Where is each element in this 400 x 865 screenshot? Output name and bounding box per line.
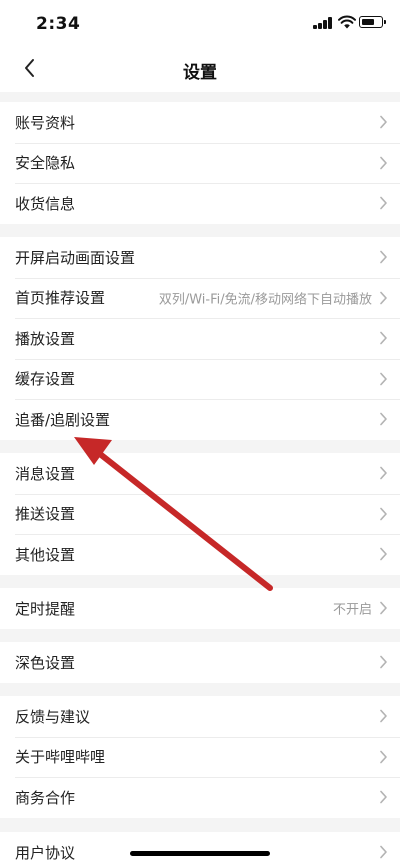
settings-row-messages[interactable]: 消息设置 — [0, 453, 400, 494]
settings-group-account: 账号资料 安全隐私 收货信息 — [0, 102, 400, 224]
chevron-right-icon — [380, 601, 387, 615]
chevron-right-icon — [380, 331, 387, 345]
settings-row-playback[interactable]: 播放设置 — [0, 318, 400, 359]
row-label: 安全隐私 — [15, 154, 76, 173]
row-label: 深色设置 — [15, 653, 76, 672]
chevron-right-icon — [380, 845, 387, 859]
signal-icon — [313, 17, 335, 29]
chevron-right-icon — [380, 507, 387, 521]
chevron-right-icon — [380, 547, 387, 561]
settings-row-push[interactable]: 推送设置 — [0, 493, 400, 535]
settings-row-business[interactable]: 商务合作 — [0, 777, 400, 818]
settings-row-timed-reminder[interactable]: 定时提醒 不开启 — [0, 588, 400, 629]
row-label: 其他设置 — [15, 545, 76, 564]
chevron-right-icon — [380, 250, 387, 264]
home-indicator — [130, 851, 270, 856]
row-label: 消息设置 — [15, 464, 76, 483]
row-label: 首页推荐设置 — [15, 289, 106, 308]
settings-row-home-recommend[interactable]: 首页推荐设置 双列/Wi-Fi/免流/移动网络下自动播放 — [0, 277, 400, 319]
settings-row-user-agreement[interactable]: 用户协议 — [0, 832, 400, 865]
chevron-right-icon — [380, 790, 387, 804]
nav-bar: 设置 — [0, 46, 400, 92]
row-label: 收货信息 — [15, 194, 76, 213]
row-label: 推送设置 — [15, 505, 76, 524]
chevron-right-icon — [380, 291, 387, 305]
settings-row-security-privacy[interactable]: 安全隐私 — [0, 142, 400, 184]
settings-group-reminder: 定时提醒 不开启 — [0, 588, 400, 629]
row-label: 缓存设置 — [15, 370, 76, 389]
battery-level — [361, 18, 375, 25]
row-label: 反馈与建议 — [15, 707, 91, 726]
settings-group-about: 反馈与建议 关于哔哩哔哩 商务合作 — [0, 696, 400, 818]
chevron-right-icon — [380, 372, 387, 386]
row-label: 用户协议 — [15, 843, 76, 862]
settings-group-dark-mode: 深色设置 — [0, 642, 400, 683]
settings-row-about[interactable]: 关于哔哩哔哩 — [0, 736, 400, 778]
settings-row-account-profile[interactable]: 账号资料 — [0, 102, 400, 143]
chevron-right-icon — [380, 655, 387, 669]
row-label: 定时提醒 — [15, 599, 76, 618]
row-label: 商务合作 — [15, 788, 76, 807]
chevron-right-icon — [380, 115, 387, 129]
settings-row-shipping-info[interactable]: 收货信息 — [0, 183, 400, 224]
wifi-icon — [338, 15, 356, 29]
chevron-right-icon — [380, 156, 387, 170]
row-label: 关于哔哩哔哩 — [15, 748, 106, 767]
settings-group-legal: 用户协议 — [0, 832, 400, 865]
chevron-right-icon — [380, 412, 387, 426]
chevron-right-icon — [380, 466, 387, 480]
row-label: 开屏启动画面设置 — [15, 248, 136, 267]
settings-row-feedback[interactable]: 反馈与建议 — [0, 696, 400, 737]
row-value: 不开启 — [332, 602, 372, 618]
row-value: 双列/Wi-Fi/免流/移动网络下自动播放 — [158, 292, 372, 308]
settings-group-notifications: 消息设置 推送设置 其他设置 — [0, 453, 400, 575]
settings-row-splash-screen[interactable]: 开屏启动画面设置 — [0, 237, 400, 278]
chevron-right-icon — [380, 196, 387, 210]
chevron-right-icon — [380, 750, 387, 764]
battery-icon — [359, 16, 386, 28]
status-time: 2:34 — [36, 14, 81, 34]
settings-row-cache[interactable]: 缓存设置 — [0, 358, 400, 400]
settings-row-other[interactable]: 其他设置 — [0, 534, 400, 575]
chevron-right-icon — [380, 709, 387, 723]
settings-row-dark-mode[interactable]: 深色设置 — [0, 642, 400, 683]
row-label: 追番/追剧设置 — [15, 410, 111, 429]
row-label: 播放设置 — [15, 329, 76, 348]
page-title: 设置 — [183, 63, 217, 83]
settings-row-follow-series[interactable]: 追番/追剧设置 — [0, 399, 400, 440]
status-bar: 2:34 — [0, 0, 400, 46]
settings-group-playback: 开屏启动画面设置 首页推荐设置 双列/Wi-Fi/免流/移动网络下自动播放 播放… — [0, 237, 400, 440]
row-label: 账号资料 — [15, 113, 76, 132]
